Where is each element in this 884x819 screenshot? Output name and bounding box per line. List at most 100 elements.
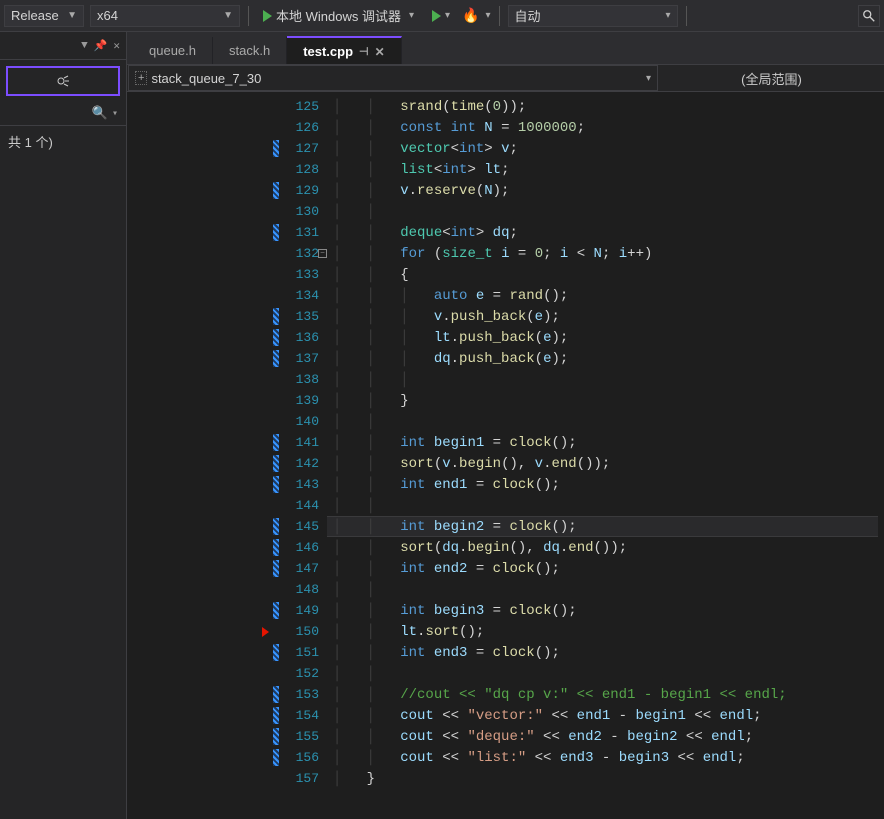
code-line[interactable]: │ │ cout << "list:" << end3 - begin3 << … bbox=[333, 747, 884, 768]
config-dropdown[interactable]: Release ▼ bbox=[4, 5, 84, 27]
code-line[interactable]: │ │ list<int> lt; bbox=[333, 159, 884, 180]
gutter[interactable]: 125126127128129130131132−133134135136137… bbox=[127, 92, 327, 819]
gutter-row[interactable]: 154 bbox=[127, 705, 327, 726]
code-lines[interactable]: │ │ srand(time(0));│ │ const int N = 100… bbox=[327, 92, 884, 819]
code-line[interactable]: │ │ bbox=[333, 495, 884, 516]
code-line[interactable]: │ │ bbox=[333, 663, 884, 684]
gutter-row[interactable]: 153 bbox=[127, 684, 327, 705]
token: ; bbox=[501, 162, 509, 178]
project-scope-dropdown[interactable]: + stack_queue_7_30 ▾ bbox=[128, 65, 658, 91]
token: list bbox=[400, 162, 434, 178]
global-scope-dropdown[interactable]: (全局范围) bbox=[659, 69, 884, 88]
code-line[interactable]: │ │ │ bbox=[333, 369, 884, 390]
gutter-row[interactable]: 140 bbox=[127, 411, 327, 432]
code-line[interactable]: │ │ v.reserve(N); bbox=[333, 180, 884, 201]
start-debug-button[interactable]: 本地 Windows 调试器 ▾ bbox=[257, 5, 420, 27]
token: (); bbox=[535, 645, 560, 661]
gutter-row[interactable]: 147 bbox=[127, 558, 327, 579]
code-line[interactable]: │ │ bbox=[333, 201, 884, 222]
gutter-row[interactable]: 134 bbox=[127, 285, 327, 306]
gutter-row[interactable]: 131 bbox=[127, 222, 327, 243]
gutter-row[interactable]: 129 bbox=[127, 180, 327, 201]
gutter-row[interactable]: 144 bbox=[127, 495, 327, 516]
gutter-row[interactable]: 148 bbox=[127, 579, 327, 600]
gutter-row[interactable]: 139 bbox=[127, 390, 327, 411]
code-line[interactable]: │ │ int end3 = clock(); bbox=[333, 642, 884, 663]
breakpoint-icon[interactable] bbox=[262, 627, 269, 637]
selected-tool[interactable] bbox=[6, 66, 120, 96]
code-line[interactable]: │ │ cout << "deque:" << end2 - begin2 <<… bbox=[333, 726, 884, 747]
gutter-row[interactable]: 136 bbox=[127, 327, 327, 348]
token: endl bbox=[711, 729, 745, 745]
code-line[interactable]: │ │ const int N = 1000000; bbox=[333, 117, 884, 138]
code-line[interactable]: │ } bbox=[333, 768, 884, 789]
tab-test-cpp[interactable]: test.cpp ⊣ ✕ bbox=[287, 36, 402, 65]
gutter-row[interactable]: 149 bbox=[127, 600, 327, 621]
start-nodebug-button[interactable]: ▾ bbox=[426, 5, 456, 27]
change-marker bbox=[273, 728, 279, 745]
gutter-row[interactable]: 127 bbox=[127, 138, 327, 159]
gutter-row[interactable]: 156 bbox=[127, 747, 327, 768]
gutter-row[interactable]: 130 bbox=[127, 201, 327, 222]
gutter-row[interactable]: 157 bbox=[127, 768, 327, 789]
code-line[interactable]: │ │ sort(v.begin(), v.end()); bbox=[333, 453, 884, 474]
gutter-row[interactable]: 135 bbox=[127, 306, 327, 327]
gutter-row[interactable]: 152 bbox=[127, 663, 327, 684]
gutter-row[interactable]: 150 bbox=[127, 621, 327, 642]
gutter-row[interactable]: 145 bbox=[127, 516, 327, 537]
code-line[interactable]: │ │ lt.sort(); bbox=[333, 621, 884, 642]
code-line[interactable]: │ │ vector<int> v; bbox=[333, 138, 884, 159]
code-line[interactable]: │ │ //cout << "dq cp v:" << end1 - begin… bbox=[333, 684, 884, 705]
code-line[interactable]: │ │ } bbox=[333, 390, 884, 411]
code-line[interactable]: │ │ bbox=[333, 579, 884, 600]
fold-toggle[interactable]: − bbox=[318, 249, 327, 258]
code-line[interactable]: │ │ { bbox=[333, 264, 884, 285]
gutter-row[interactable]: 146 bbox=[127, 537, 327, 558]
code-line[interactable]: │ │ │ auto e = rand(); bbox=[333, 285, 884, 306]
chevron-down-icon[interactable]: ▼ bbox=[81, 40, 88, 52]
code-line[interactable]: │ │ int end2 = clock(); bbox=[333, 558, 884, 579]
code-line[interactable]: │ │ │ v.push_back(e); bbox=[333, 306, 884, 327]
gutter-row[interactable]: 155 bbox=[127, 726, 327, 747]
gutter-row[interactable]: 142 bbox=[127, 453, 327, 474]
gutter-row[interactable]: 128 bbox=[127, 159, 327, 180]
code-line[interactable]: │ │ │ lt.push_back(e); bbox=[333, 327, 884, 348]
token: end1 bbox=[434, 477, 468, 493]
code-line[interactable]: │ │ srand(time(0)); bbox=[333, 96, 884, 117]
close-icon[interactable]: ✕ bbox=[375, 45, 385, 59]
gutter-row[interactable]: 151 bbox=[127, 642, 327, 663]
code-line[interactable]: │ │ cout << "vector:" << end1 - begin1 <… bbox=[333, 705, 884, 726]
tab-queue-h[interactable]: queue.h bbox=[133, 37, 213, 64]
close-icon[interactable]: ✕ bbox=[113, 39, 120, 53]
find-button[interactable] bbox=[858, 5, 880, 27]
gutter-row[interactable]: 138 bbox=[127, 369, 327, 390]
gutter-row[interactable]: 126 bbox=[127, 117, 327, 138]
code-line[interactable]: │ │ int end1 = clock(); bbox=[333, 474, 884, 495]
separator bbox=[686, 6, 687, 26]
code-line[interactable]: │ │ for (size_t i = 0; i < N; i++) bbox=[333, 243, 884, 264]
gutter-row[interactable]: 143 bbox=[127, 474, 327, 495]
code-line[interactable]: │ │ int begin3 = clock(); bbox=[333, 600, 884, 621]
pin-icon[interactable]: ⊣ bbox=[359, 45, 369, 58]
auto-dropdown[interactable]: 自动 ▾ bbox=[508, 5, 678, 27]
code-line[interactable]: │ │ │ dq.push_back(e); bbox=[333, 348, 884, 369]
gutter-row[interactable]: 141 bbox=[127, 432, 327, 453]
gutter-row[interactable]: 125 bbox=[127, 96, 327, 117]
gutter-row[interactable]: 137 bbox=[127, 348, 327, 369]
code-line[interactable]: │ │ int begin1 = clock(); bbox=[333, 432, 884, 453]
code-line[interactable]: │ │ deque<int> dq; bbox=[333, 222, 884, 243]
hot-reload-icon[interactable]: 🔥 bbox=[462, 7, 479, 24]
side-search[interactable]: 🔍 ▾ bbox=[0, 102, 126, 125]
platform-dropdown[interactable]: x64 ▼ bbox=[90, 5, 240, 27]
gutter-row[interactable]: 133 bbox=[127, 264, 327, 285]
code-line[interactable]: │ │ sort(dq.begin(), dq.end()); bbox=[333, 537, 884, 558]
tab-label: stack.h bbox=[229, 43, 270, 58]
side-panel-header: ▼ 📌 ✕ bbox=[0, 32, 126, 60]
gutter-row[interactable]: 132− bbox=[127, 243, 327, 264]
line-number: 147 bbox=[279, 561, 327, 576]
pin-icon[interactable]: 📌 bbox=[94, 39, 108, 53]
chevron-down-icon: ▾ bbox=[485, 10, 490, 21]
tab-stack-h[interactable]: stack.h bbox=[213, 37, 287, 64]
code-line[interactable]: │ │ bbox=[333, 411, 884, 432]
code-line[interactable]: │ │ int begin2 = clock(); bbox=[327, 516, 878, 537]
